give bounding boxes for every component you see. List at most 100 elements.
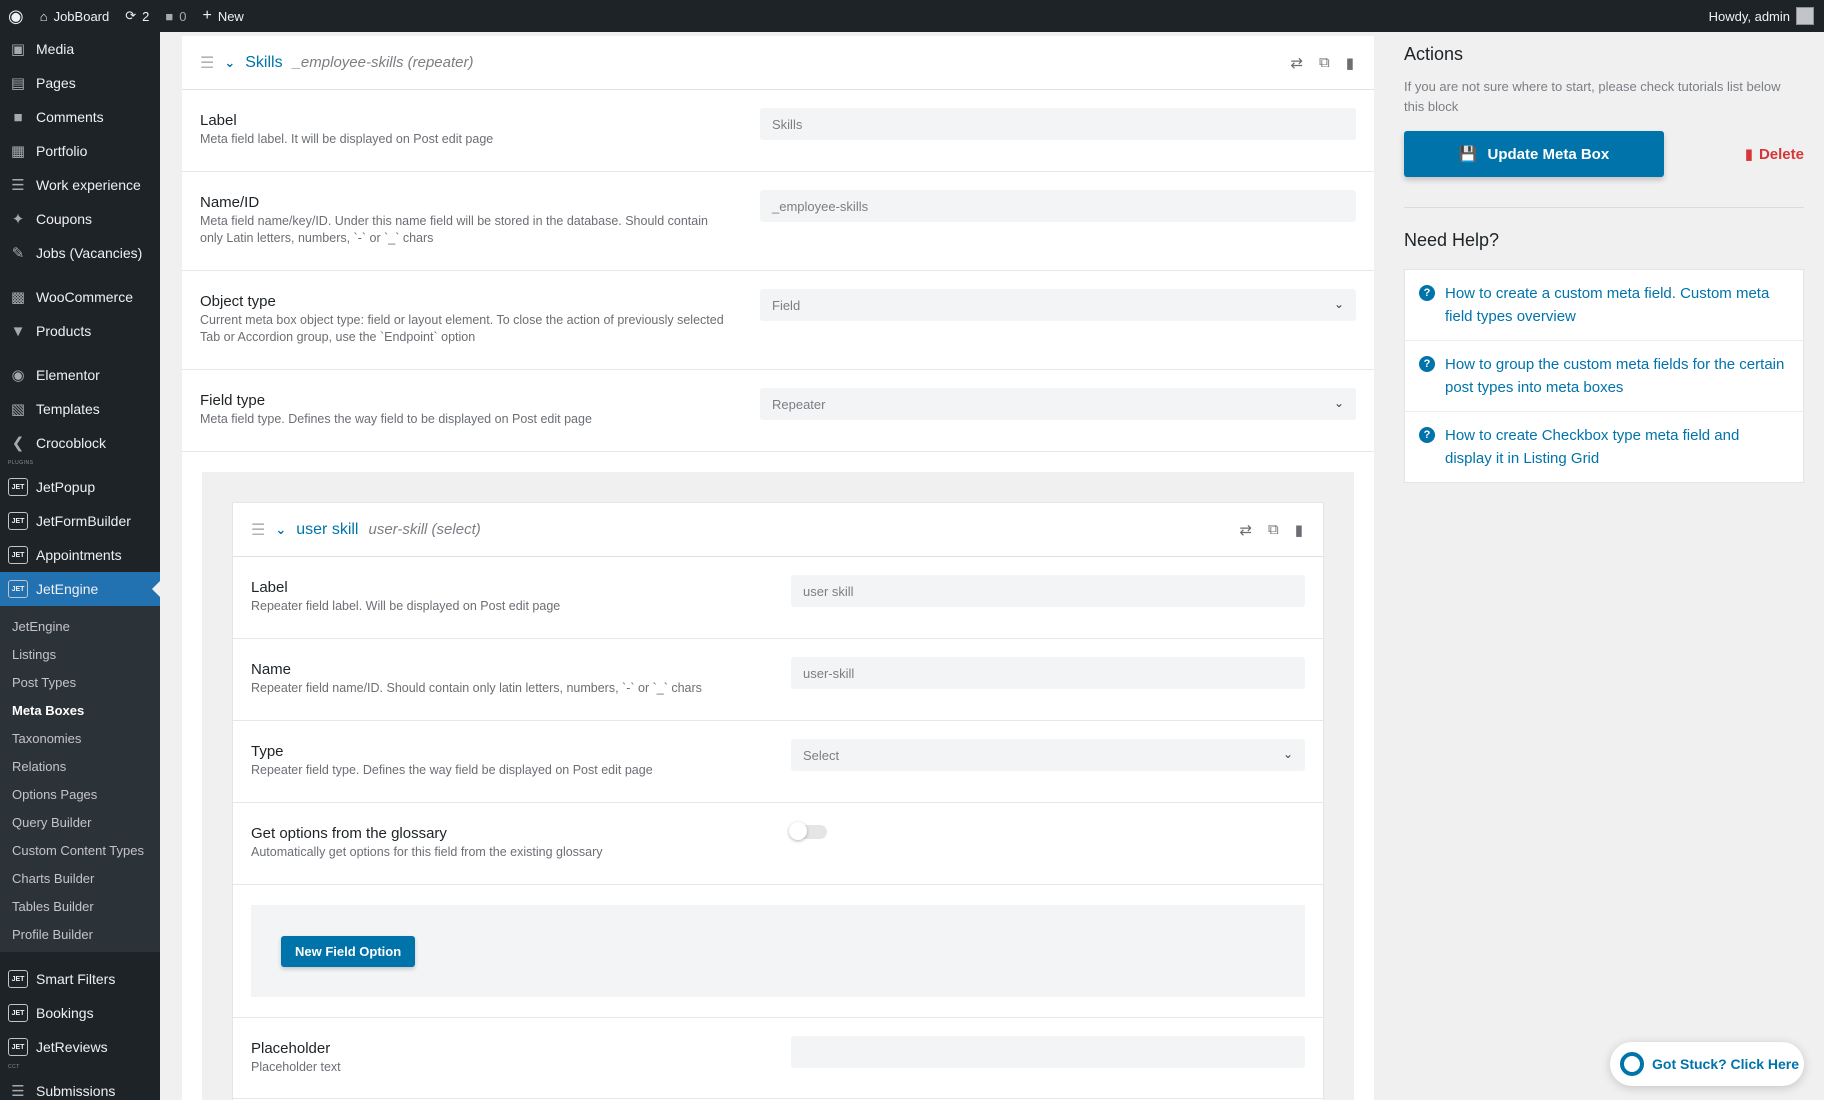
actions-sidebar: Actions If you are not sure where to sta… [1404, 36, 1804, 1100]
new-content-link[interactable]: + New [194, 0, 251, 32]
chevron-down-icon[interactable]: ⌄ [275, 522, 286, 538]
field-options-area: New Field Option [251, 905, 1305, 997]
submenu-item-taxonomies[interactable]: Taxonomies [0, 724, 160, 752]
sidebar-item-smart-filters[interactable]: JET Smart Filters [0, 962, 160, 996]
trash-icon[interactable]: ▮ [1295, 521, 1303, 539]
sidebar-item-jetengine[interactable]: JET JetEngine [0, 572, 160, 606]
label-row: Label Repeater field label. Will be displ… [233, 557, 1323, 639]
name-id-row: Name/ID Meta field name/key/ID. Under thi… [182, 172, 1374, 271]
help-link[interactable]: How to group the custom meta fields for … [1445, 353, 1789, 399]
help-link[interactable]: How to create Checkbox type meta field a… [1445, 424, 1789, 470]
jet-plugin-icon: JET [8, 545, 28, 565]
updates-link[interactable]: ⟳ 2 [117, 0, 157, 32]
trash-icon[interactable]: ▮ [1346, 54, 1354, 72]
submenu-item-custom-content-types[interactable]: Custom Content Types [0, 836, 160, 864]
got-stuck-button[interactable]: Got Stuck? Click Here [1610, 1042, 1804, 1086]
glossary-description: Automatically get options for this field… [251, 845, 603, 859]
shuffle-icon[interactable]: ⇄ [1239, 521, 1252, 539]
new-field-option-button[interactable]: New Field Option [281, 935, 416, 967]
label-input[interactable]: Skills [760, 108, 1356, 140]
placeholder-row: Placeholder Placeholder text [233, 1017, 1323, 1099]
object-type-select[interactable]: Field ⌄ [760, 289, 1356, 321]
sidebar-item-submissions[interactable]: ☰ Submissions [0, 1074, 160, 1100]
cct-section-tag: CCT [8, 1064, 20, 1070]
placeholder-label: Placeholder [251, 1040, 331, 1057]
name-id-value: _employee-skills [772, 198, 869, 214]
sidebar-item-label: Comments [36, 109, 104, 125]
sidebar-item-comments[interactable]: ■ Comments [0, 100, 160, 134]
sidebar-item-products[interactable]: ▼ Products [0, 314, 160, 348]
object-type-value: Field [772, 297, 801, 313]
chevron-down-icon: ⌄ [1333, 297, 1344, 311]
repeater-field-header[interactable]: ☰ ⌄ user skill user-skill (select) ⇄ ⧉ ▮ [233, 503, 1323, 557]
update-meta-box-button[interactable]: 💾 Update Meta Box [1404, 131, 1664, 177]
name-id-description: Meta field name/key/ID. Under this name … [200, 214, 708, 245]
sidebar-item-jetpopup[interactable]: JET JetPopup [0, 470, 160, 504]
help-link[interactable]: How to create a custom meta field. Custo… [1445, 282, 1789, 328]
help-link-item[interactable]: ? How to create Checkbox type meta field … [1405, 412, 1803, 482]
plus-icon: + [202, 7, 212, 24]
sidebar-item-bookings[interactable]: JET Bookings [0, 996, 160, 1030]
plugins-section-tag: PLUGINS [8, 460, 34, 466]
question-icon: ? [1419, 427, 1435, 443]
name-input[interactable]: user-skill [791, 657, 1305, 689]
drag-handle-icon[interactable]: ☰ [200, 53, 214, 73]
site-name-link[interactable]: ⌂ JobBoard [32, 0, 118, 32]
help-link-item[interactable]: ? How to create a custom meta field. Cust… [1405, 270, 1803, 341]
admin-bar: ◉ ⌂ JobBoard ⟳ 2 ■ 0 + New Howdy, admin [0, 0, 1824, 32]
submenu-item-meta-boxes[interactable]: Meta Boxes [0, 696, 160, 724]
sidebar-item-elementor[interactable]: ◉ Elementor [0, 358, 160, 392]
comments-link[interactable]: ■ 0 [157, 0, 194, 32]
user-account-menu[interactable]: Howdy, admin [1701, 0, 1824, 32]
sidebar-item-label: Pages [36, 75, 76, 91]
submenu-item-options-pages[interactable]: Options Pages [0, 780, 160, 808]
field-title[interactable]: Skills [245, 54, 282, 72]
label-input[interactable]: user skill [791, 575, 1305, 607]
chevron-down-icon: ⌄ [1333, 396, 1344, 410]
submenu-item-listings[interactable]: Listings [0, 640, 160, 668]
sidebar-item-label: Portfolio [36, 143, 88, 159]
repeater-fields-area: ☰ ⌄ user skill user-skill (select) ⇄ ⧉ ▮… [202, 472, 1354, 1100]
glossary-row: Get options from the glossary Automatica… [233, 803, 1323, 885]
submenu-item-profile-builder[interactable]: Profile Builder [0, 920, 160, 948]
delete-button[interactable]: ▮ Delete [1745, 145, 1804, 164]
field-type-select[interactable]: Repeater ⌄ [760, 388, 1356, 420]
sidebar-item-templates[interactable]: ▧ Templates [0, 392, 160, 426]
sidebar-item-crocoblock[interactable]: ❮ Crocoblock [0, 426, 160, 460]
name-id-input[interactable]: _employee-skills [760, 190, 1356, 222]
chevron-down-icon[interactable]: ⌄ [224, 55, 235, 71]
repeater-field-title[interactable]: user skill [296, 521, 358, 539]
sidebar-item-jetformbuilder[interactable]: JET JetFormBuilder [0, 504, 160, 538]
submenu-item-charts-builder[interactable]: Charts Builder [0, 864, 160, 892]
sidebar-item-label: Bookings [36, 1005, 94, 1021]
pin-icon: ✦ [11, 211, 25, 228]
sidebar-item-pages[interactable]: ▤ Pages [0, 66, 160, 100]
sidebar-item-coupons[interactable]: ✦ Coupons [0, 202, 160, 236]
shuffle-icon[interactable]: ⇄ [1290, 54, 1303, 72]
submenu-item-post-types[interactable]: Post Types [0, 668, 160, 696]
submenu-item-jetengine[interactable]: JetEngine [0, 612, 160, 640]
sidebar-item-jobs-vacancies[interactable]: ✎ Jobs (Vacancies) [0, 236, 160, 270]
help-link-item[interactable]: ? How to group the custom meta fields for… [1405, 341, 1803, 412]
copy-icon[interactable]: ⧉ [1319, 54, 1330, 72]
submenu-item-query-builder[interactable]: Query Builder [0, 808, 160, 836]
submenu-item-tables-builder[interactable]: Tables Builder [0, 892, 160, 920]
wordpress-logo-icon[interactable]: ◉ [0, 0, 32, 32]
placeholder-input[interactable] [791, 1036, 1305, 1068]
sidebar-item-jetreviews[interactable]: JET JetReviews [0, 1030, 160, 1064]
glossary-toggle[interactable] [789, 822, 827, 840]
sidebar-item-label: Work experience [36, 177, 141, 193]
sidebar-item-work-experience[interactable]: ☰ Work experience [0, 168, 160, 202]
sidebar-item-label: Coupons [36, 211, 93, 227]
submenu-item-relations[interactable]: Relations [0, 752, 160, 780]
sidebar-item-appointments[interactable]: JET Appointments [0, 538, 160, 572]
sidebar-item-portfolio[interactable]: ▦ Portfolio [0, 134, 160, 168]
label-value: user skill [803, 583, 854, 599]
field-header[interactable]: ☰ ⌄ Skills _employee-skills (repeater) ⇄… [182, 36, 1374, 90]
sidebar-item-media[interactable]: ▣ Media [0, 32, 160, 66]
sidebar-item-woocommerce[interactable]: ▩ WooCommerce [0, 280, 160, 314]
field-type-description: Meta field type. Defines the way field t… [200, 412, 592, 426]
type-select[interactable]: Select ⌄ [791, 739, 1305, 771]
copy-icon[interactable]: ⧉ [1268, 521, 1279, 539]
drag-handle-icon[interactable]: ☰ [251, 520, 265, 540]
